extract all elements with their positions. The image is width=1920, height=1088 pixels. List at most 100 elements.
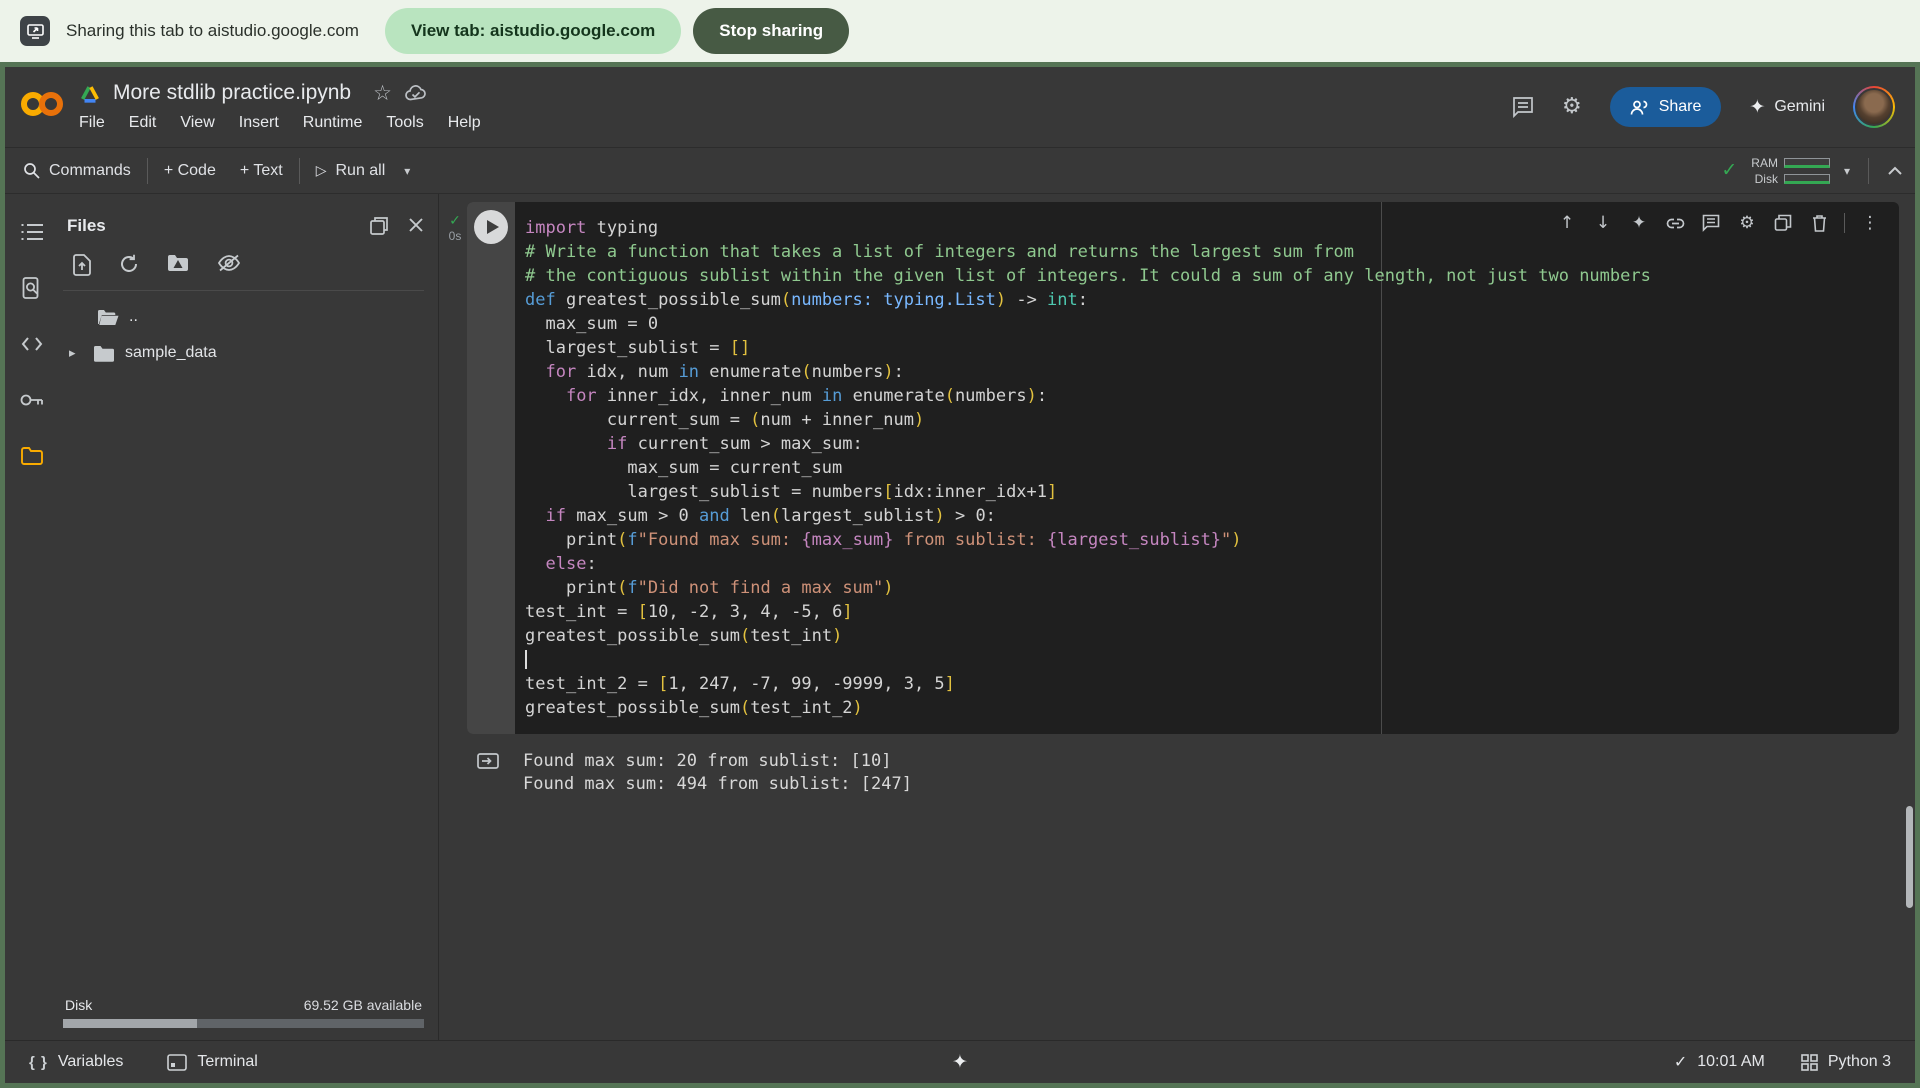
menu-view[interactable]: View <box>180 114 214 132</box>
stop-sharing-button[interactable]: Stop sharing <box>693 8 849 54</box>
add-text-button[interactable]: + Text <box>240 162 283 180</box>
variables-label: Variables <box>58 1053 124 1071</box>
share-button-label: Share <box>1659 98 1702 116</box>
table-of-contents-icon[interactable] <box>20 220 44 244</box>
disk-usage-footer: Disk 69.52 GB available <box>63 997 424 1028</box>
kernel-selector[interactable]: Python 3 <box>1801 1053 1891 1071</box>
menu-tools[interactable]: Tools <box>386 114 423 132</box>
code-snippets-icon[interactable] <box>20 332 44 356</box>
code-line: largest_sublist = numbers[idx:inner_idx+… <box>525 480 1899 504</box>
folder-icon <box>93 345 115 362</box>
mount-drive-icon[interactable] <box>167 254 189 276</box>
add-comment-icon[interactable] <box>1696 210 1726 236</box>
cell-run-strip <box>467 202 515 734</box>
code-line: # the contiguous sublist within the give… <box>525 264 1899 288</box>
code-line: current_sum = (num + inner_num) <box>525 408 1899 432</box>
cell-settings-gear-icon[interactable]: ⚙ <box>1732 210 1762 236</box>
disk-usage-meter <box>63 1019 424 1028</box>
code-line: for inner_idx, inner_num in enumerate(nu… <box>525 384 1899 408</box>
run-all-label: Run all <box>335 162 385 180</box>
comments-icon[interactable] <box>1512 96 1534 118</box>
add-code-label: + Code <box>164 162 216 180</box>
code-line: if max_sum > 0 and len(largest_sublist) … <box>525 504 1899 528</box>
gemini-bottom-spark-icon[interactable]: ✦ <box>952 1053 968 1072</box>
cell-output: Found max sum: 20 from sublist: [10] Fou… <box>443 734 1899 796</box>
sidebar: Files <box>5 194 439 1040</box>
cloud-saved-icon <box>404 83 428 103</box>
mirror-cell-icon[interactable] <box>1768 210 1798 236</box>
braces-icon: { } <box>29 1054 48 1071</box>
tree-item-label: .. <box>129 308 138 326</box>
run-cell-button[interactable] <box>474 210 508 244</box>
code-editor[interactable]: import typing# Write a function that tak… <box>515 202 1899 734</box>
avatar[interactable] <box>1853 86 1895 128</box>
notebook-title[interactable]: More stdlib practice.ipynb <box>113 81 351 105</box>
move-cell-down-icon[interactable]: ↓ <box>1588 210 1618 236</box>
cell-toolbar: ↑ ↓ ✦ <box>1552 210 1885 236</box>
terminal-label: Terminal <box>197 1053 257 1071</box>
close-files-panel-icon[interactable] <box>408 217 424 235</box>
find-replace-icon[interactable] <box>20 276 44 300</box>
notebook-scrollbar[interactable] <box>1906 806 1913 908</box>
copy-cell-link-icon[interactable] <box>1660 210 1690 236</box>
variables-button[interactable]: { } Variables <box>29 1053 123 1071</box>
search-icon <box>23 162 40 179</box>
share-people-icon <box>1630 99 1649 116</box>
delete-cell-icon[interactable] <box>1804 210 1834 236</box>
settings-gear-icon[interactable]: ⚙ <box>1562 96 1582 118</box>
run-all-button[interactable]: ▷ Run all ▾ <box>316 162 411 180</box>
add-text-label: + Text <box>240 162 283 180</box>
menu-insert[interactable]: Insert <box>239 114 279 132</box>
output-line: Found max sum: 494 from sublist: [247] <box>523 773 912 796</box>
menu-file[interactable]: File <box>79 114 105 132</box>
cell-output-icon[interactable] <box>477 753 499 796</box>
kernel-icon <box>1801 1054 1818 1071</box>
sharing-message: Sharing this tab to aistudio.google.com <box>66 21 359 41</box>
menu-edit[interactable]: Edit <box>129 114 157 132</box>
expand-caret-icon[interactable]: ▸ <box>69 347 83 360</box>
colab-app: More stdlib practice.ipynb ☆ File Edit V… <box>0 62 1920 1088</box>
code-line: max_sum = current_sum <box>525 456 1899 480</box>
refresh-files-icon[interactable] <box>119 254 139 276</box>
gemini-explain-icon[interactable]: ✦ <box>1624 210 1654 236</box>
code-line: max_sum = 0 <box>525 312 1899 336</box>
tree-item-label: sample_data <box>125 344 217 362</box>
last-executed-time: ✓ 10:01 AM <box>1674 1053 1765 1071</box>
code-line: largest_sublist = [] <box>525 336 1899 360</box>
ram-label: RAM <box>1751 156 1778 170</box>
more-cell-actions-icon[interactable]: ⋮ <box>1855 210 1885 236</box>
notebook-toolbar: Commands + Code + Text ▷ Run all ▾ ✓ RAM… <box>5 147 1915 194</box>
files-panel-title: Files <box>67 216 106 236</box>
gemini-spark-icon: ✦ <box>1749 98 1765 117</box>
terminal-button[interactable]: Terminal <box>167 1053 257 1071</box>
resource-monitor[interactable]: RAM Disk <box>1751 156 1830 186</box>
view-tab-button[interactable]: View tab: aistudio.google.com <box>385 8 681 54</box>
menu-bar: File Edit View Insert Runtime Tools Help <box>79 114 481 132</box>
disk-usage-bar <box>1784 174 1830 184</box>
secrets-key-icon[interactable] <box>20 388 44 412</box>
files-folder-icon[interactable] <box>20 444 44 468</box>
code-line: if current_sum > max_sum: <box>525 432 1899 456</box>
resources-dropdown-icon[interactable]: ▾ <box>1844 165 1850 177</box>
commands-button[interactable]: Commands <box>23 162 131 180</box>
tree-item-sample-data[interactable]: ▸ sample_data <box>63 335 424 371</box>
drive-icon <box>79 83 101 104</box>
gemini-button[interactable]: ✦ Gemini <box>1749 98 1825 117</box>
upload-file-icon[interactable] <box>73 254 91 276</box>
run-all-dropdown-icon[interactable]: ▾ <box>404 165 410 177</box>
text-cursor <box>525 650 527 669</box>
hide-hidden-files-icon[interactable] <box>217 254 241 276</box>
colab-logo-icon[interactable] <box>19 89 65 147</box>
files-divider <box>63 290 424 291</box>
star-icon[interactable]: ☆ <box>373 83 392 104</box>
menu-runtime[interactable]: Runtime <box>303 114 363 132</box>
open-files-in-tab-icon[interactable] <box>370 217 388 235</box>
tree-item-parent-dir[interactable]: .. <box>63 299 424 335</box>
add-code-button[interactable]: + Code <box>164 162 216 180</box>
move-cell-up-icon[interactable]: ↑ <box>1552 210 1582 236</box>
disk-footer-label: Disk <box>65 997 92 1013</box>
menu-help[interactable]: Help <box>448 114 481 132</box>
file-tree: .. ▸ sample_data <box>63 299 424 371</box>
share-button[interactable]: Share <box>1610 87 1722 127</box>
collapse-toolbar-icon[interactable] <box>1887 166 1903 176</box>
